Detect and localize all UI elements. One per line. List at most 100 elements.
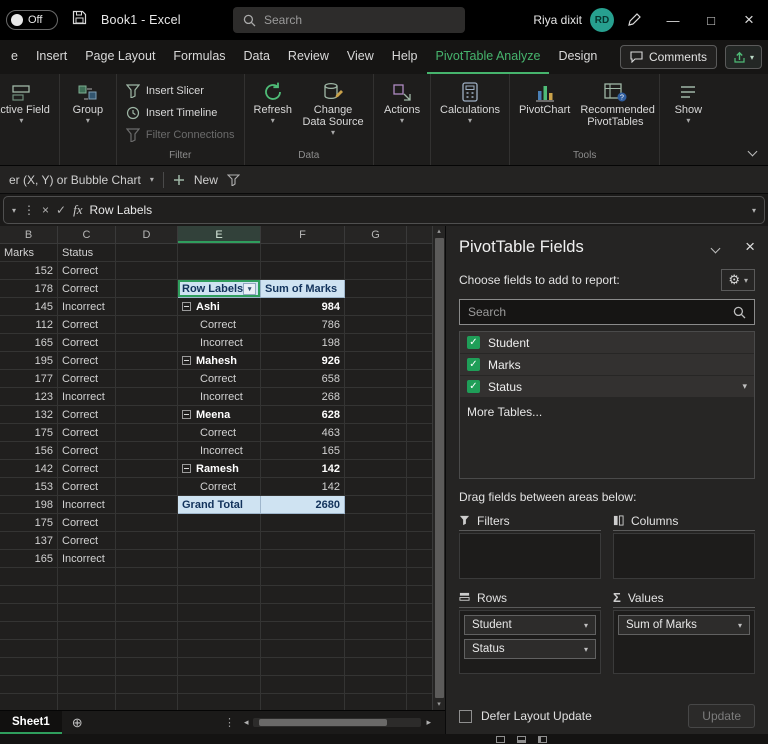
cell[interactable]: [116, 424, 178, 442]
cell[interactable]: Marks: [0, 244, 58, 262]
cell[interactable]: [58, 676, 116, 694]
checkbox-checked-icon[interactable]: ✓: [467, 336, 480, 349]
cell[interactable]: [178, 640, 261, 658]
cell[interactable]: [345, 352, 407, 370]
cell[interactable]: Correct: [178, 424, 261, 442]
panel-chevron-down-icon[interactable]: [712, 238, 719, 257]
cell[interactable]: [345, 388, 407, 406]
sheet-scroll-handle-icon[interactable]: ⋮: [224, 716, 235, 729]
collapse-icon[interactable]: [182, 356, 191, 365]
tab-review[interactable]: Review: [279, 40, 338, 74]
cell[interactable]: [261, 550, 345, 568]
cell[interactable]: [345, 550, 407, 568]
cell[interactable]: [261, 658, 345, 676]
tab-page-layout[interactable]: Page Layout: [76, 40, 164, 74]
cell[interactable]: [116, 370, 178, 388]
cell[interactable]: Correct: [58, 280, 116, 298]
save-icon[interactable]: [72, 10, 87, 30]
cell[interactable]: 165: [261, 442, 345, 460]
cell[interactable]: [261, 514, 345, 532]
cell[interactable]: [345, 478, 407, 496]
cell[interactable]: [58, 640, 116, 658]
field-item-student[interactable]: ✓Student: [460, 332, 754, 354]
cell[interactable]: [0, 676, 58, 694]
fields-search-box[interactable]: [459, 299, 755, 325]
comments-button[interactable]: Comments: [620, 45, 717, 69]
cell[interactable]: 152: [0, 262, 58, 280]
cell[interactable]: [116, 550, 178, 568]
cell[interactable]: [407, 316, 432, 334]
cell[interactable]: [261, 676, 345, 694]
cell[interactable]: Correct: [58, 460, 116, 478]
cell[interactable]: Grand Total: [178, 496, 261, 514]
cell[interactable]: [407, 406, 432, 424]
enter-icon[interactable]: ✓: [56, 203, 66, 217]
recommended-pivottables-button[interactable]: ? Recommended PivotTables: [576, 77, 654, 130]
cell[interactable]: Incorrect: [58, 298, 116, 316]
cell[interactable]: 658: [261, 370, 345, 388]
scroll-right-icon[interactable]: ▸: [426, 717, 431, 728]
cell[interactable]: [345, 604, 407, 622]
cell[interactable]: [407, 514, 432, 532]
column-header-e[interactable]: E: [178, 226, 261, 244]
cell[interactable]: [345, 694, 407, 710]
cell[interactable]: [407, 568, 432, 586]
cell[interactable]: [0, 640, 58, 658]
cell[interactable]: 137: [0, 532, 58, 550]
cell[interactable]: [116, 388, 178, 406]
refresh-button[interactable]: Refresh ▾: [250, 77, 297, 127]
show-button[interactable]: Show ▾: [665, 77, 711, 127]
cell[interactable]: [116, 496, 178, 514]
cell[interactable]: [261, 262, 345, 280]
cell[interactable]: 132: [0, 406, 58, 424]
cell[interactable]: [58, 568, 116, 586]
cell[interactable]: [407, 658, 432, 676]
cell[interactable]: [0, 694, 58, 710]
cell[interactable]: [345, 244, 407, 262]
cell[interactable]: [345, 334, 407, 352]
cell[interactable]: Incorrect: [178, 388, 261, 406]
cell[interactable]: 175: [0, 424, 58, 442]
checkbox-checked-icon[interactable]: ✓: [467, 380, 480, 393]
titlebar-search[interactable]: [233, 7, 465, 33]
values-dropzone[interactable]: Sum of Marks▾: [613, 610, 755, 674]
cell[interactable]: 198: [0, 496, 58, 514]
cell[interactable]: 178: [0, 280, 58, 298]
tab-formulas[interactable]: Formulas: [164, 40, 234, 74]
collapse-icon[interactable]: [182, 410, 191, 419]
cell[interactable]: Status: [58, 244, 116, 262]
actions-button[interactable]: Actions ▾: [379, 77, 425, 127]
cell[interactable]: 156: [0, 442, 58, 460]
cell[interactable]: Correct: [58, 514, 116, 532]
cell[interactable]: 153: [0, 478, 58, 496]
cell[interactable]: [407, 244, 432, 262]
cell[interactable]: Meena: [178, 406, 261, 424]
cell[interactable]: [261, 586, 345, 604]
cell[interactable]: [407, 694, 432, 710]
cell[interactable]: [345, 424, 407, 442]
cell[interactable]: [407, 334, 432, 352]
cell[interactable]: [345, 496, 407, 514]
scroll-down-icon[interactable]: ▾: [437, 700, 441, 709]
cell[interactable]: [0, 604, 58, 622]
cell[interactable]: [178, 586, 261, 604]
panel-close-icon[interactable]: ×: [745, 237, 755, 257]
cell[interactable]: [178, 262, 261, 280]
cell[interactable]: [116, 604, 178, 622]
cell[interactable]: [261, 640, 345, 658]
cell[interactable]: [116, 334, 178, 352]
cell[interactable]: Correct: [58, 334, 116, 352]
cell[interactable]: 165: [0, 334, 58, 352]
cell[interactable]: [345, 406, 407, 424]
active-field-button[interactable]: Active Field ▾: [0, 77, 54, 127]
tab-pivottable-analyze[interactable]: PivotTable Analyze: [427, 40, 550, 74]
column-header-g[interactable]: G: [345, 226, 407, 244]
column-header-c[interactable]: C: [58, 226, 116, 244]
filter-icon[interactable]: [227, 174, 240, 186]
cell[interactable]: 628: [261, 406, 345, 424]
cell[interactable]: [178, 694, 261, 710]
change-data-source-button[interactable]: Change Data Source ▾: [298, 77, 368, 139]
cell[interactable]: [116, 460, 178, 478]
checkbox-checked-icon[interactable]: ✓: [467, 358, 480, 371]
cell[interactable]: Correct: [58, 532, 116, 550]
